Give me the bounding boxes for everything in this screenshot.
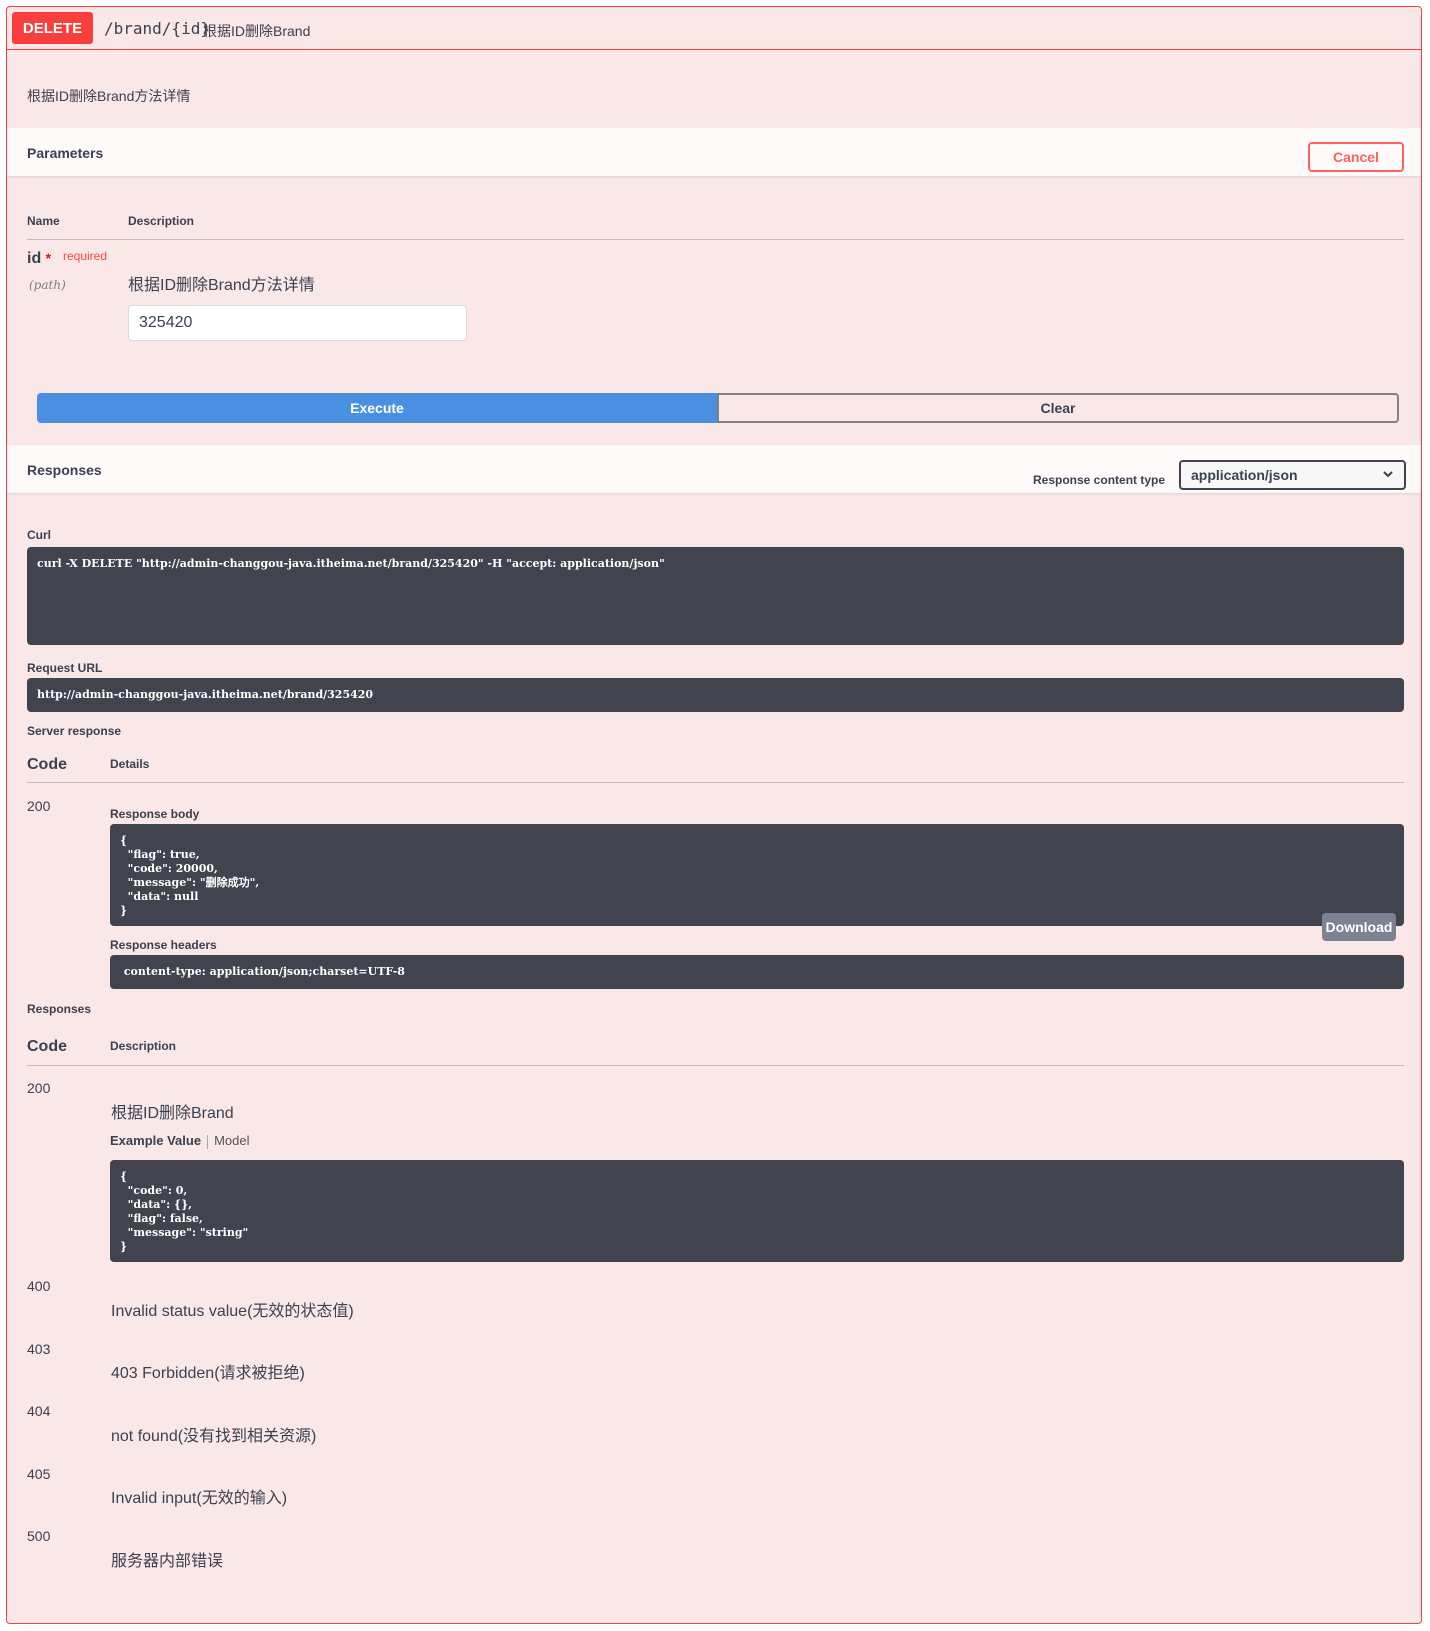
server-details-header: Details [110,757,150,771]
responses-title: Responses [27,462,102,478]
tab-example-value[interactable]: Example Value [110,1133,201,1148]
response-code-405: 405 [27,1466,51,1482]
curl-block[interactable]: curl -X DELETE "http://admin-changgou-ja… [27,547,1404,645]
param-col-description: Description [128,214,195,228]
clear-button[interactable]: Clear [717,393,1399,423]
curl-label: Curl [27,528,51,542]
id-input[interactable]: 325420 [128,305,467,341]
response-content-type-select[interactable]: application/json [1179,460,1406,490]
parameters-title: Parameters [27,145,104,161]
responses-description-header: Description [110,1039,177,1053]
response-headers-label: Response headers [110,938,217,952]
response-desc-400: Invalid status value(无效的状态值) [111,1303,354,1320]
response-desc-200: 根据ID删除Brand [111,1105,234,1122]
cancel-button[interactable]: Cancel [1308,142,1404,172]
documented-responses-title: Responses [27,1002,92,1016]
response-headers-block[interactable]: content-type: application/json;charset=U… [110,955,1404,989]
response-code-200: 200 [27,1080,51,1096]
server-response-code: 200 [27,798,51,814]
response-desc-500: 服务器内部错误 [111,1553,224,1570]
param-location: (path) [29,278,66,292]
required-star: * [45,250,52,266]
param-name: id * [27,250,51,268]
example-tabs: Example Value Model [110,1133,249,1149]
method-badge: DELETE [12,12,93,44]
server-response-label: Server response [27,724,122,738]
request-url-block[interactable]: http://admin-changgou-java.itheima.net/b… [27,678,1404,712]
response-content-type-label: Response content type [1033,473,1166,487]
parameters-header: Parameters [7,128,1421,176]
responses-code-header: Code [27,1038,67,1055]
param-description: 根据ID删除Brand方法详情 [128,277,315,294]
param-col-name: Name [27,214,60,228]
tab-model[interactable]: Model [214,1133,249,1148]
response-body-block[interactable]: { "flag": true, "code": 20000, "message"… [110,824,1404,926]
operation-description: 根据ID删除Brand方法详情 [27,88,191,104]
response-content-type-value: application/json [1191,467,1298,483]
response-code-403: 403 [27,1341,51,1357]
operation-summary-description: 根据ID删除Brand [203,23,311,39]
operation-path: /brand/{id} [104,19,210,38]
response-body-label: Response body [110,807,200,821]
param-header-divider [27,239,1404,240]
response-desc-405: Invalid input(无效的输入) [111,1490,288,1507]
responses-divider [27,1065,1404,1066]
response-desc-404: not found(没有找到相关资源) [111,1428,317,1445]
example-value-block[interactable]: { "code": 0, "data": {}, "flag": false, … [110,1160,1404,1262]
operation-summary[interactable]: DELETE /brand/{id} 根据ID删除Brand [7,7,1421,50]
delete-operation-block: DELETE /brand/{id} 根据ID删除Brand 根据ID删除Bra… [6,6,1422,1624]
response-code-404: 404 [27,1403,51,1419]
server-response-divider [27,782,1404,783]
response-code-400: 400 [27,1278,51,1294]
response-desc-403: 403 Forbidden(请求被拒绝) [111,1365,305,1382]
execute-button[interactable]: Execute [37,393,717,423]
tab-divider [207,1134,209,1149]
request-url-label: Request URL [27,661,103,675]
download-button[interactable]: Download [1322,913,1396,941]
param-name-text: id [27,250,42,267]
chevron-down-icon [1382,468,1394,483]
param-required: required [63,249,108,263]
response-code-500: 500 [27,1528,51,1544]
server-code-header: Code [27,756,67,773]
